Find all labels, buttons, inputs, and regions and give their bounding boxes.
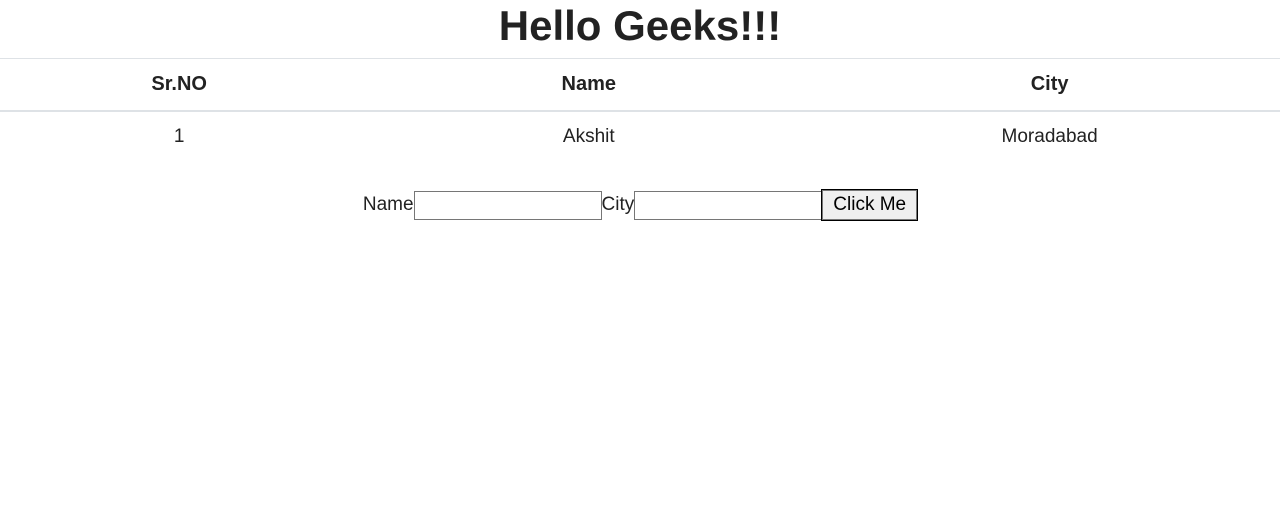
table-header-city: City bbox=[819, 59, 1280, 112]
cell-srno: 1 bbox=[0, 111, 358, 162]
name-label: Name bbox=[363, 194, 414, 215]
form-row: Name City Click Me bbox=[0, 190, 1280, 220]
city-label: City bbox=[602, 194, 635, 215]
city-field[interactable] bbox=[634, 191, 822, 220]
name-field[interactable] bbox=[414, 191, 602, 220]
page-title: Hello Geeks!!! bbox=[0, 0, 1280, 58]
cell-name: Akshit bbox=[358, 111, 819, 162]
table-row: 1 Akshit Moradabad bbox=[0, 111, 1280, 162]
data-table: Sr.NO Name City 1 Akshit Moradabad bbox=[0, 58, 1280, 162]
table-header-name: Name bbox=[358, 59, 819, 112]
table-header-srno: Sr.NO bbox=[0, 59, 358, 112]
click-me-button[interactable]: Click Me bbox=[822, 190, 917, 220]
cell-city: Moradabad bbox=[819, 111, 1280, 162]
